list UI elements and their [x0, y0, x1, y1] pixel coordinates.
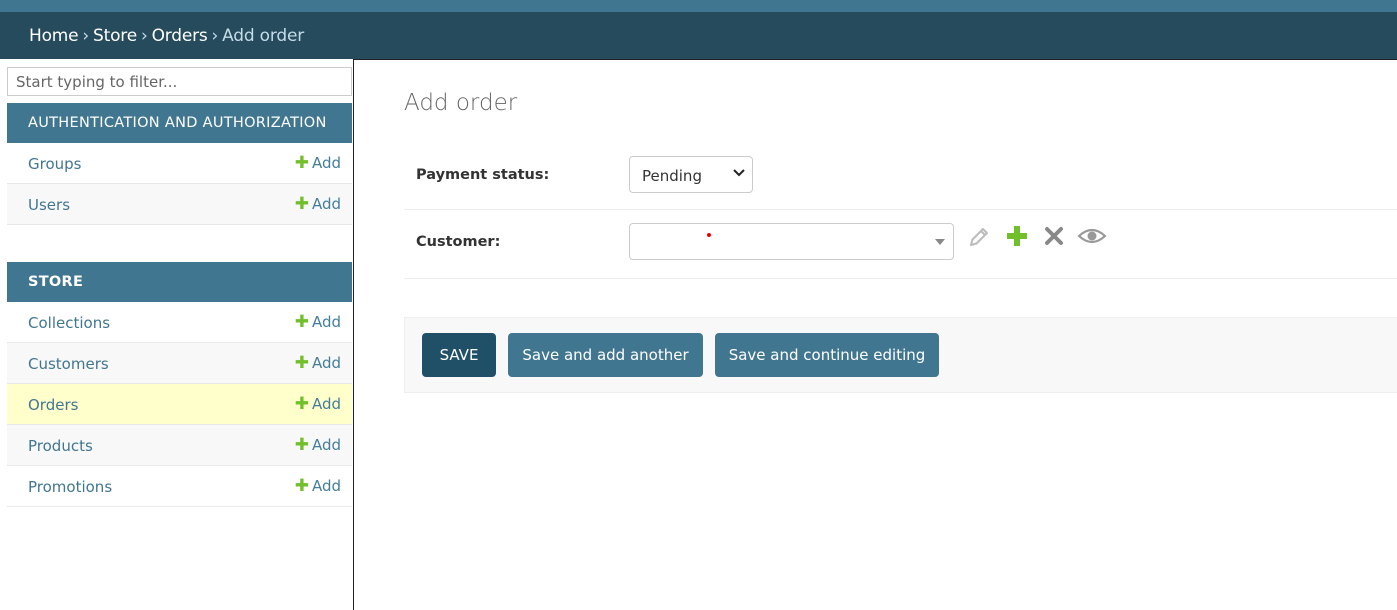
add-label: Add: [311, 154, 341, 172]
sidebar-item-promotions: Promotions ✚ Add: [7, 466, 352, 507]
payment-status-row: Payment status: Pending: [404, 141, 1397, 210]
sidebar-nav: AUTHENTICATION AND AUTHORIZATION Groups …: [0, 59, 353, 610]
sidebar-item-label[interactable]: Groups: [28, 155, 81, 173]
add-label: Add: [311, 195, 341, 213]
sidebar-item-products: Products ✚ Add: [7, 425, 352, 466]
nav-filter-input[interactable]: [7, 67, 352, 96]
breadcrumb-separator: ›: [140, 26, 148, 46]
sidebar-item-orders: Orders ✚ Add: [7, 384, 352, 425]
sidebar-item-label[interactable]: Collections: [28, 314, 110, 332]
plus-icon: ✚: [294, 312, 309, 332]
sidebar-item-label[interactable]: Orders: [28, 396, 78, 414]
chevron-down-icon: [733, 169, 745, 177]
add-label: Add: [311, 395, 341, 413]
module-header-label: STORE: [28, 274, 84, 290]
save-and-add-another-button[interactable]: Save and add another: [508, 333, 703, 377]
module-header-store[interactable]: STORE: [7, 262, 352, 302]
plus-icon: ✚: [294, 435, 309, 455]
breadcrumb-current: Add order: [222, 26, 304, 46]
payment-status-label: Payment status:: [416, 167, 550, 183]
sidebar-item-label[interactable]: Users: [28, 196, 70, 214]
add-promotions-link[interactable]: ✚ Add: [295, 476, 341, 496]
sidebar-item-customers: Customers ✚ Add: [7, 343, 352, 384]
breadcrumb-orders[interactable]: Orders: [152, 26, 208, 46]
module-store: STORE Collections ✚ Add Customers ✚ Add Or…: [7, 262, 352, 507]
module-auth: AUTHENTICATION AND AUTHORIZATION Groups …: [7, 103, 352, 225]
add-orders-link[interactable]: ✚ Add: [295, 394, 341, 414]
plus-icon: ✚: [294, 394, 309, 414]
page-title: Add order: [404, 90, 518, 116]
plus-icon[interactable]: [1004, 223, 1030, 249]
x-icon[interactable]: [1041, 223, 1067, 249]
breadcrumb-home[interactable]: Home: [29, 26, 79, 46]
add-label: Add: [311, 436, 341, 454]
submit-row: SAVE Save and add another Save and conti…: [404, 317, 1397, 393]
breadcrumb-separator: ›: [211, 26, 219, 46]
sidebar-item-label[interactable]: Promotions: [28, 478, 112, 496]
add-label: Add: [311, 477, 341, 495]
plus-icon: ✚: [294, 153, 309, 173]
sidebar-item-label[interactable]: Products: [28, 437, 93, 455]
add-label: Add: [311, 313, 341, 331]
add-customers-link[interactable]: ✚ Add: [295, 353, 341, 373]
sidebar-item-collections: Collections ✚ Add: [7, 302, 352, 343]
plus-icon: ✚: [294, 194, 309, 214]
red-dot-mark: [707, 233, 711, 237]
customer-select[interactable]: [629, 223, 954, 260]
eye-icon[interactable]: [1077, 223, 1107, 249]
caret-down-icon: [935, 239, 945, 245]
add-label: Add: [311, 354, 341, 372]
breadcrumb-store[interactable]: Store: [93, 26, 137, 46]
main-content: Add order Payment status: Pending Custom…: [353, 59, 1397, 610]
breadcrumb: Home › Store › Orders › Add order: [0, 12, 1397, 59]
payment-status-select[interactable]: Pending: [629, 156, 753, 193]
plus-icon: ✚: [294, 476, 309, 496]
add-collections-link[interactable]: ✚ Add: [295, 312, 341, 332]
sidebar-item-groups: Groups ✚ Add: [7, 143, 352, 184]
module-header-auth[interactable]: AUTHENTICATION AND AUTHORIZATION: [7, 103, 352, 143]
sidebar-item-users: Users ✚ Add: [7, 184, 352, 225]
add-users-link[interactable]: ✚ Add: [295, 194, 341, 214]
pencil-icon[interactable]: [966, 224, 992, 250]
add-groups-link[interactable]: ✚ Add: [295, 153, 341, 173]
customer-label: Customer:: [416, 234, 501, 250]
save-and-continue-button[interactable]: Save and continue editing: [715, 333, 939, 377]
breadcrumb-separator: ›: [82, 26, 90, 46]
sidebar-item-label[interactable]: Customers: [28, 355, 109, 373]
save-button[interactable]: SAVE: [422, 333, 496, 377]
top-strip: [0, 0, 1397, 12]
add-products-link[interactable]: ✚ Add: [295, 435, 341, 455]
payment-status-value: Pending: [642, 167, 702, 185]
customer-row: Customer:: [404, 210, 1397, 279]
plus-icon: ✚: [294, 353, 309, 373]
